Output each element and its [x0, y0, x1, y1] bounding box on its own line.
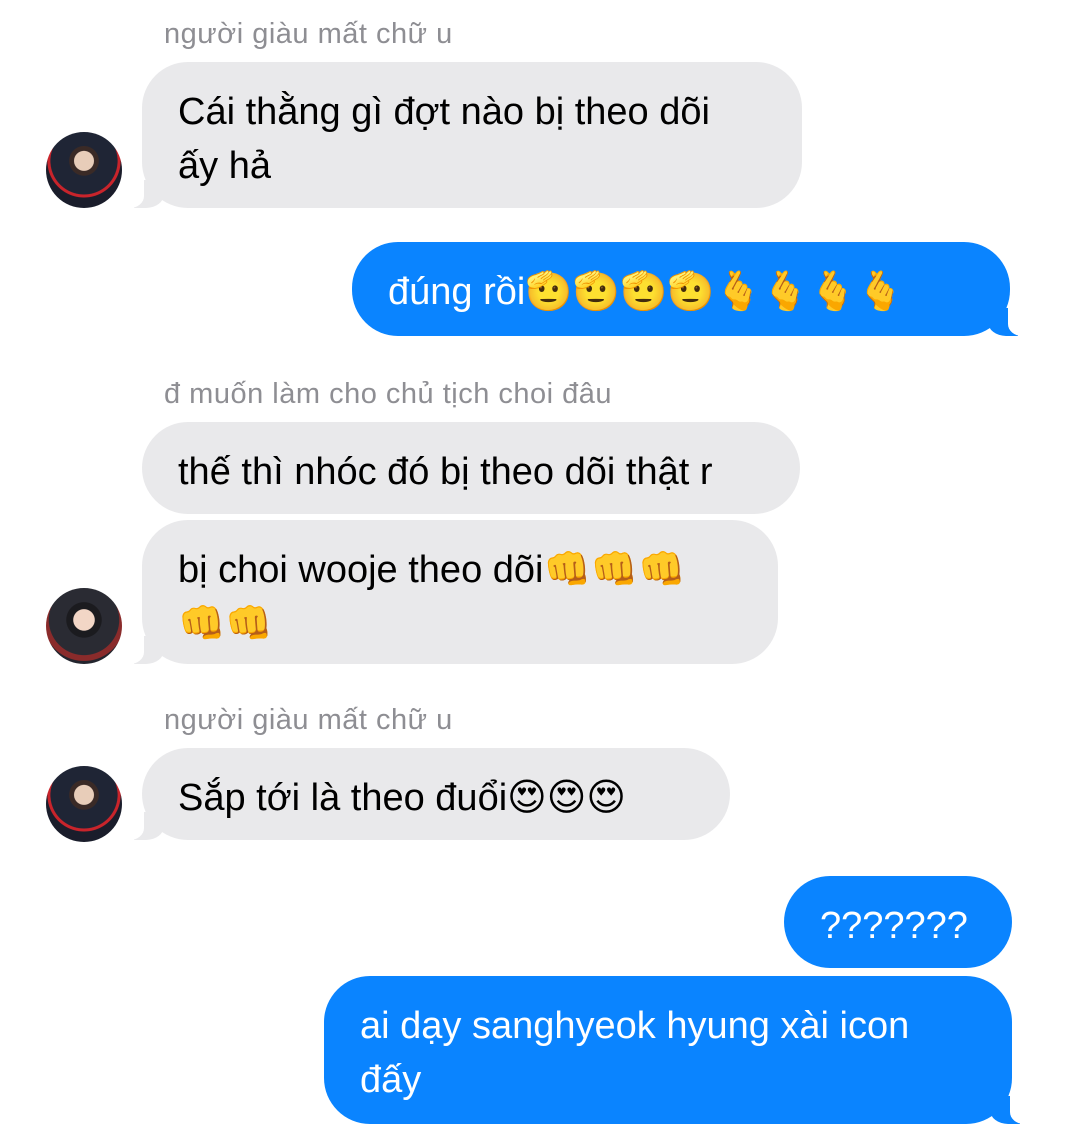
avatar[interactable]	[46, 766, 122, 842]
avatar[interactable]	[46, 132, 122, 208]
received-message-bubble[interactable]: Sắp tới là theo đuổi😍😍😍	[118, 748, 730, 840]
received-message-bubble[interactable]: Cái thằng gì đợt nào bị theo dõi ấy hả	[118, 62, 802, 208]
received-message-bubble[interactable]: bị choi wooje theo dõi👊👊👊 👊👊	[118, 520, 778, 664]
avatar[interactable]	[46, 588, 122, 664]
received-message-bubble[interactable]: thế thì nhóc đó bị theo dõi thật r	[142, 422, 800, 514]
message-text: ai dạy sanghyeok hyung xài icon đấy	[360, 1005, 910, 1101]
sent-message-bubble[interactable]: đúng rồi🫡🫡🫡🫡🫰🫰🫰🫰	[352, 242, 1034, 336]
sent-message-bubble[interactable]: ???????	[784, 876, 1012, 968]
sender-name: người giàu mất chữ u	[164, 704, 453, 736]
message-text: ???????	[820, 905, 968, 947]
message-text: thế thì nhóc đó bị theo dõi thật r	[178, 451, 713, 493]
message-text: Cái thằng gì đợt nào bị theo dõi ấy hả	[178, 91, 710, 187]
sender-name: đ muốn làm cho chủ tịch choi đâu	[164, 378, 613, 410]
sender-name: người giàu mất chữ u	[164, 18, 453, 50]
message-text: Sắp tới là theo đuổi😍😍😍	[178, 777, 626, 819]
message-text: đúng rồi🫡🫡🫡🫡🫰🫰🫰🫰	[388, 271, 904, 313]
sent-message-bubble[interactable]: ai dạy sanghyeok hyung xài icon đấy	[324, 976, 1036, 1124]
message-text: bị choi wooje theo dõi👊👊👊 👊👊	[178, 549, 686, 645]
